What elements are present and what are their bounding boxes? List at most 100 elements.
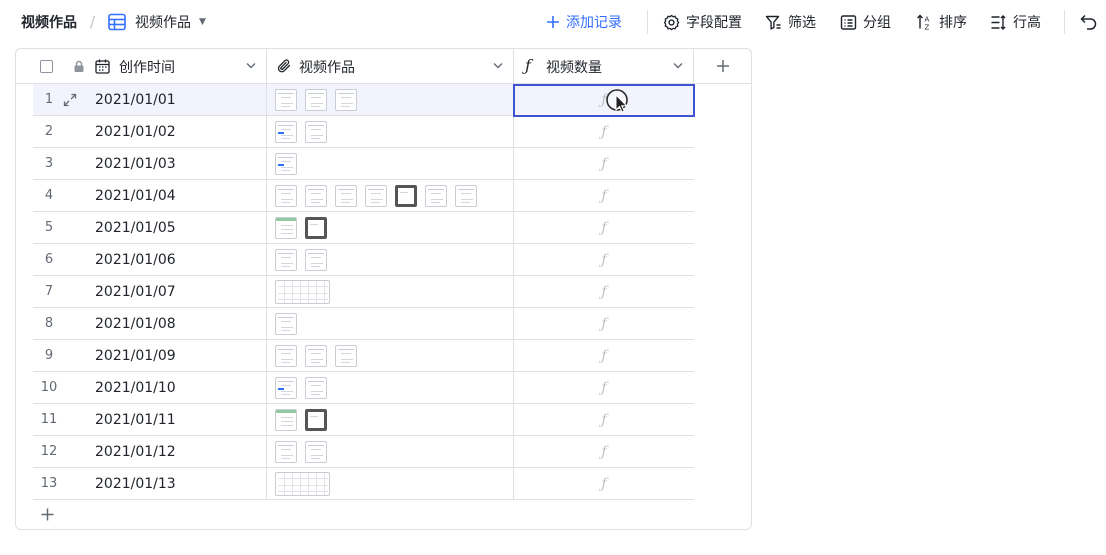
attachment-thumbnail[interactable] [275, 216, 297, 239]
table-row[interactable]: 9 2021/01/09 ƒ [33, 340, 694, 372]
formula-cell[interactable]: ƒ [514, 180, 694, 211]
attachment-thumbnail[interactable] [275, 312, 297, 335]
attachment-cell[interactable] [267, 436, 514, 467]
attachment-cell[interactable] [267, 180, 514, 211]
attachment-thumbnail[interactable] [275, 440, 297, 463]
attachment-thumbnail[interactable] [425, 184, 447, 207]
formula-cell[interactable]: ƒ [514, 308, 694, 339]
table-row[interactable]: 11 2021/01/11 ƒ [33, 404, 694, 436]
chevron-down-icon[interactable] [673, 62, 683, 69]
date-cell[interactable]: 2021/01/12 [95, 436, 267, 467]
formula-cell[interactable]: ƒ [514, 84, 694, 115]
attachment-cell[interactable] [267, 308, 514, 339]
date-cell[interactable]: 2021/01/10 [95, 372, 267, 403]
date-cell[interactable]: 2021/01/11 [95, 404, 267, 435]
attachment-cell[interactable] [267, 116, 514, 147]
attachment-cell[interactable] [267, 148, 514, 179]
formula-cell[interactable]: ƒ [514, 244, 694, 275]
attachment-cell[interactable] [267, 372, 514, 403]
formula-cell[interactable]: ƒ [514, 404, 694, 435]
table-row[interactable]: 12 2021/01/12 ƒ [33, 436, 694, 468]
header-date-column[interactable]: 创作时间 [16, 49, 267, 84]
attachment-thumbnail[interactable] [335, 184, 357, 207]
attachment-thumbnail[interactable] [275, 344, 297, 367]
row-height-button[interactable]: 行高 [990, 0, 1041, 44]
table-row[interactable]: 5 2021/01/05 ƒ [33, 212, 694, 244]
attachment-thumbnail[interactable] [275, 248, 297, 271]
attachment-thumbnail[interactable] [305, 376, 327, 399]
date-cell[interactable]: 2021/01/07 [95, 276, 267, 307]
chevron-down-icon[interactable] [246, 62, 256, 69]
add-column-button[interactable] [694, 49, 752, 84]
table-row[interactable]: 2 2021/01/02 ƒ [33, 116, 694, 148]
formula-cell[interactable]: ƒ [514, 148, 694, 179]
view-switcher[interactable]: 视频作品 ▼ [108, 0, 206, 44]
table-row[interactable]: 1 2021/01/01 ƒ [33, 84, 694, 116]
attachment-thumbnail[interactable] [305, 184, 327, 207]
attachment-cell[interactable] [267, 276, 514, 307]
formula-cell[interactable]: ƒ [514, 340, 694, 371]
attachment-thumbnail[interactable] [275, 152, 297, 175]
attachment-thumbnail[interactable] [305, 408, 327, 431]
attachment-cell[interactable] [267, 404, 514, 435]
date-cell[interactable]: 2021/01/03 [95, 148, 267, 179]
formula-cell[interactable]: ƒ [514, 212, 694, 243]
attachment-cell[interactable] [267, 244, 514, 275]
attachment-cell[interactable] [267, 84, 514, 115]
attachment-thumbnail[interactable] [305, 248, 327, 271]
add-row-button[interactable] [38, 505, 56, 523]
formula-cell[interactable]: ƒ [514, 436, 694, 467]
attachment-thumbnail[interactable] [275, 279, 330, 304]
group-button[interactable]: 分组 [840, 0, 891, 44]
undo-button[interactable] [1080, 0, 1098, 44]
select-all-checkbox[interactable] [40, 60, 53, 73]
filter-button[interactable]: 筛选 [765, 0, 816, 44]
date-cell[interactable]: 2021/01/05 [95, 212, 267, 243]
attachment-cell[interactable] [267, 468, 514, 499]
attachment-thumbnail[interactable] [275, 184, 297, 207]
attachment-thumbnail[interactable] [455, 184, 477, 207]
attachment-thumbnail[interactable] [305, 344, 327, 367]
table-row[interactable]: 8 2021/01/08 ƒ [33, 308, 694, 340]
attachment-thumbnail[interactable] [275, 408, 297, 431]
formula-cell[interactable]: ƒ [514, 468, 694, 499]
date-cell[interactable]: 2021/01/06 [95, 244, 267, 275]
attachment-thumbnail[interactable] [305, 440, 327, 463]
table-row[interactable]: 7 2021/01/07 ƒ [33, 276, 694, 308]
table-row[interactable]: 10 2021/01/10 ƒ [33, 372, 694, 404]
attachment-thumbnail[interactable] [365, 184, 387, 207]
attachment-thumbnail[interactable] [335, 88, 357, 111]
date-cell[interactable]: 2021/01/01 [95, 84, 267, 115]
attachment-thumbnail[interactable] [275, 376, 297, 399]
date-cell[interactable]: 2021/01/08 [95, 308, 267, 339]
attachment-thumbnail[interactable] [305, 216, 327, 239]
date-cell[interactable]: 2021/01/04 [95, 180, 267, 211]
date-cell[interactable]: 2021/01/02 [95, 116, 267, 147]
header-video-column[interactable]: 视频作品 [267, 49, 514, 84]
date-cell[interactable]: 2021/01/09 [95, 340, 267, 371]
attachment-cell[interactable] [267, 340, 514, 371]
formula-cell[interactable]: ƒ [514, 276, 694, 307]
header-count-column[interactable]: ƒ 视频数量 [514, 49, 694, 84]
attachment-cell[interactable] [267, 212, 514, 243]
attachment-thumbnail[interactable] [305, 88, 327, 111]
table-row[interactable]: 13 2021/01/13 ƒ [33, 468, 694, 500]
attachment-thumbnail[interactable] [395, 184, 417, 207]
table-row[interactable]: 6 2021/01/06 ƒ [33, 244, 694, 276]
table-row[interactable]: 3 2021/01/03 ƒ [33, 148, 694, 180]
attachment-thumbnail[interactable] [275, 88, 297, 111]
attachment-thumbnail[interactable] [275, 471, 330, 496]
date-cell[interactable]: 2021/01/13 [95, 468, 267, 499]
formula-cell[interactable]: ƒ [514, 116, 694, 147]
add-record-button[interactable]: 添加记录 [546, 0, 622, 44]
table-row[interactable]: 4 2021/01/04 ƒ [33, 180, 694, 212]
attachment-thumbnail[interactable] [275, 120, 297, 143]
attachment-thumbnail[interactable] [335, 344, 357, 367]
field-config-button[interactable]: 字段配置 [663, 0, 742, 44]
chevron-down-icon[interactable] [493, 62, 503, 69]
formula-cell[interactable]: ƒ [514, 372, 694, 403]
expand-record-icon[interactable] [63, 84, 81, 115]
sort-button[interactable]: A Z 排序 [916, 0, 967, 44]
breadcrumb-root[interactable]: 视频作品 [21, 0, 77, 44]
attachment-thumbnail[interactable] [305, 120, 327, 143]
